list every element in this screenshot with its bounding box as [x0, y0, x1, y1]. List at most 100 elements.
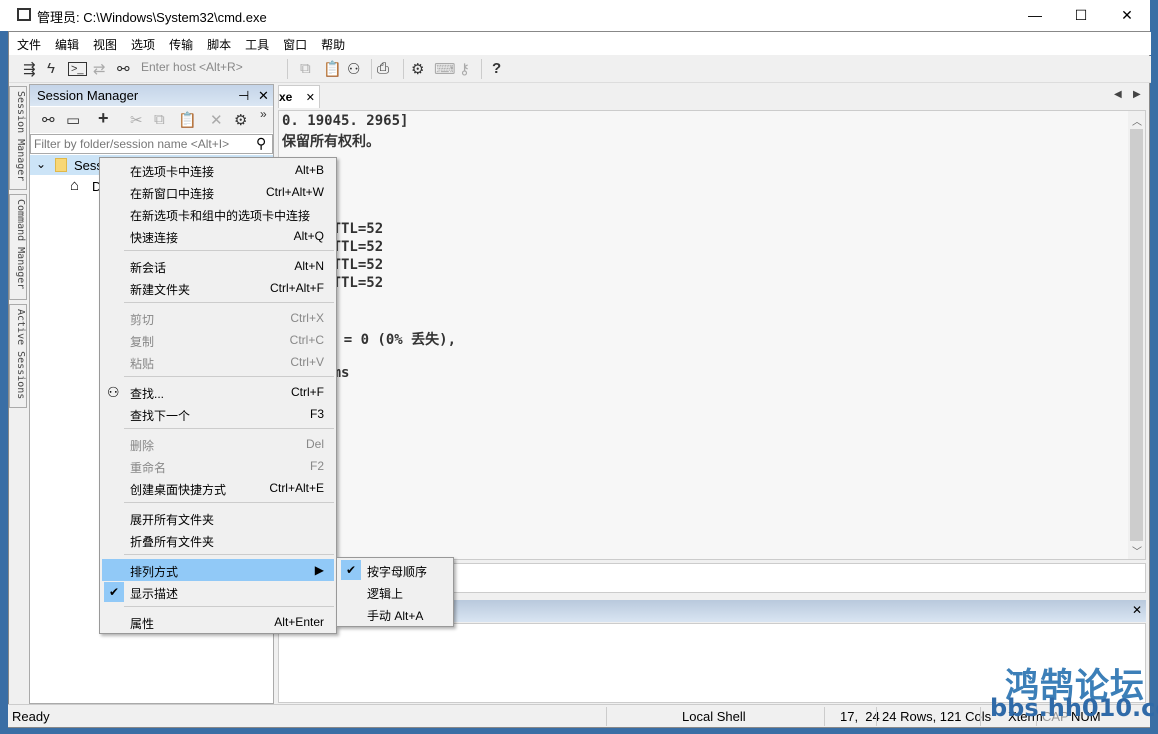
side-tabs: Session Manager Command Manager Active S…	[8, 84, 28, 410]
watermark-url: bbs.hh010.com	[990, 694, 1158, 722]
context-menu-item[interactable]: ✔ 显示描述	[102, 581, 334, 603]
context-menu-item[interactable]: 在选项卡中连接 Alt+B	[102, 159, 334, 181]
chevron-down-icon[interactable]: ⌄	[36, 157, 46, 171]
find-binoculars-icon[interactable]: ⚇	[347, 60, 360, 78]
context-menu-item[interactable]: 删除 Del	[102, 433, 334, 455]
pin-icon[interactable]: ⊣	[238, 88, 249, 104]
cmd-window-icon	[17, 8, 31, 21]
tab-active-sessions[interactable]: Active Sessions	[9, 304, 27, 408]
checkmark-icon: ✔	[341, 560, 361, 580]
context-menu-item[interactable]: 剪切 Ctrl+X	[102, 307, 334, 329]
menu-separator	[124, 606, 334, 607]
context-menu-item[interactable]: ⚇ 查找... Ctrl+F	[102, 381, 334, 403]
delete-icon[interactable]: ✕	[210, 111, 223, 129]
session-tab[interactable]: xe ✕	[278, 85, 320, 108]
context-menu-item[interactable]: 粘贴 Ctrl+V	[102, 351, 334, 373]
terminal-line: 保留所有权利。	[282, 134, 380, 150]
context-menu-item[interactable]: 新会话 Alt+N	[102, 255, 334, 277]
print-icon[interactable]: ⎙	[377, 60, 389, 77]
terminal[interactable]: 0. 19045. 2965]保留所有权利。. 8数据:=43ms TTL=52…	[278, 110, 1146, 560]
disconnect-icon[interactable]: ⚯	[117, 60, 130, 78]
context-menu-item[interactable]: 查找下一个 F3	[102, 403, 334, 425]
context-menu-item[interactable]: 在新窗口中连接 Ctrl+Alt+W	[102, 181, 334, 203]
close-button[interactable]: ✕	[1104, 0, 1150, 30]
status-ready: Ready	[12, 709, 50, 724]
submenu-arrow-icon: ▶	[314, 563, 324, 577]
link-icon[interactable]: ⚯	[42, 111, 55, 129]
terminal-scrollbar[interactable]: ︿ ﹀	[1128, 111, 1145, 559]
tab-command-manager[interactable]: Command Manager	[9, 194, 27, 300]
host-input[interactable]: Enter host <Alt+R>	[141, 59, 285, 79]
connect-icon[interactable]: ⇶	[23, 60, 36, 78]
menu-file[interactable]: 文件	[9, 32, 47, 53]
status-size: 24 Rows, 121 Cols	[882, 709, 992, 724]
session-filter-input[interactable]: Filter by folder/session name <Alt+I>	[30, 134, 273, 154]
context-menu-item[interactable]: 快速连接 Alt+Q	[102, 225, 334, 247]
session-manager-header: Session Manager ⊣ ✕	[30, 85, 273, 106]
menu-transfer[interactable]: 传输	[161, 32, 199, 53]
status-bar: Ready Local Shell 17, 24 24 Rows, 121 Co…	[8, 704, 1150, 727]
close-panel-icon[interactable]: ✕	[258, 88, 269, 104]
context-menu-item[interactable]: 创建桌面快捷方式 Ctrl+Alt+E	[102, 477, 334, 499]
settings-gear-icon[interactable]: ⚙	[411, 60, 424, 78]
menu-window[interactable]: 窗口	[275, 32, 313, 53]
context-menu-item[interactable]: 新建文件夹 Ctrl+Alt+F	[102, 277, 334, 299]
keymap-icon[interactable]: ⌨	[434, 60, 456, 78]
menu-view[interactable]: 视图	[85, 32, 123, 53]
key-agent-icon[interactable]: ⚷	[459, 60, 470, 78]
session-manager-toolbar: ⚯ ▭ + ✂ ⧉ 📋 ✕ ⚙ »	[30, 107, 273, 133]
menu-help[interactable]: 帮助	[313, 32, 351, 53]
more-icon[interactable]: »	[260, 107, 267, 121]
copy-icon[interactable]: ⧉	[154, 111, 165, 128]
context-menu-item[interactable]: 折叠所有文件夹	[102, 529, 334, 551]
add-icon[interactable]: +	[98, 108, 109, 129]
context-menu-item[interactable]: 展开所有文件夹	[102, 507, 334, 529]
maximize-button[interactable]: ☐	[1058, 0, 1104, 30]
window-title: 管理员: C:\Windows\System32\cmd.exe	[37, 10, 267, 25]
reconnect-icon[interactable]: ⇄	[93, 60, 106, 78]
home-icon: ⌂	[70, 177, 80, 194]
menu-options[interactable]: 选项	[123, 32, 161, 53]
tab-close-icon[interactable]: ✕	[306, 92, 315, 104]
local-shell-icon[interactable]: >_	[68, 62, 87, 76]
terminal-line: 0. 19045. 2965]	[282, 113, 409, 129]
new-tab-icon[interactable]: ▭	[66, 111, 80, 129]
folder-icon	[55, 158, 67, 172]
paste-icon[interactable]: 📋	[323, 60, 342, 78]
context-menu-item[interactable]: 属性 Alt+Enter	[102, 611, 334, 633]
copy-icon[interactable]: ⧉	[300, 60, 311, 77]
menu-separator	[124, 302, 334, 303]
submenu-item[interactable]: ✔ 按字母顺序	[339, 559, 453, 581]
menu-separator	[124, 502, 334, 503]
submenu-item[interactable]: 逻辑上	[339, 581, 453, 603]
menu-edit[interactable]: 编辑	[47, 32, 85, 53]
binoculars-icon: ⚇	[107, 384, 120, 400]
context-menu-item[interactable]: 复制 Ctrl+C	[102, 329, 334, 351]
submenu-item[interactable]: 手动 Alt+A	[339, 603, 453, 625]
minimize-button[interactable]: —	[1012, 0, 1058, 30]
menu-separator	[124, 250, 334, 251]
paste-icon[interactable]: 📋	[178, 111, 197, 129]
scrollbar-thumb[interactable]	[1130, 129, 1143, 541]
status-protocol: Local Shell	[682, 709, 746, 724]
menu-separator	[124, 428, 334, 429]
menu-script[interactable]: 脚本	[199, 32, 237, 53]
sort-submenu: ✔ 按字母顺序 逻辑上 手动 Alt+A	[336, 557, 454, 627]
cut-icon[interactable]: ✂	[130, 111, 143, 129]
help-icon[interactable]: ?	[492, 60, 501, 77]
context-menu: 在选项卡中连接 Alt+B 在新窗口中连接 Ctrl+Alt+W 在新选项卡和组中的选项…	[99, 157, 337, 634]
context-menu-item[interactable]: 重命名 F2	[102, 455, 334, 477]
tab-scroll-right-icon[interactable]: ▶	[1133, 89, 1141, 100]
tab-scroll-left-icon[interactable]: ◀	[1114, 89, 1122, 100]
toolbar: ⇶ ϟ >_ ⇄ ⚯ Enter host <Alt+R> ⧉ 📋 ⚇ ⎙ ⚙ …	[9, 56, 1151, 83]
context-menu-item[interactable]: 排列方式 ▶	[102, 559, 334, 581]
command-window-close-icon[interactable]: ✕	[1132, 603, 1142, 617]
tab-session-manager[interactable]: Session Manager	[9, 86, 27, 190]
quick-connect-icon[interactable]: ϟ	[47, 60, 55, 77]
checkmark-icon: ✔	[104, 582, 124, 602]
properties-gear-icon[interactable]: ⚙	[234, 111, 247, 129]
menu-tools[interactable]: 工具	[237, 32, 275, 53]
search-icon[interactable]: ⚲	[256, 135, 266, 152]
context-menu-item[interactable]: 在新选项卡和组中的选项卡中连接	[102, 203, 334, 225]
menu-bar: 文件 编辑 视图 选项 传输 脚本 工具 窗口 帮助	[9, 32, 1151, 55]
